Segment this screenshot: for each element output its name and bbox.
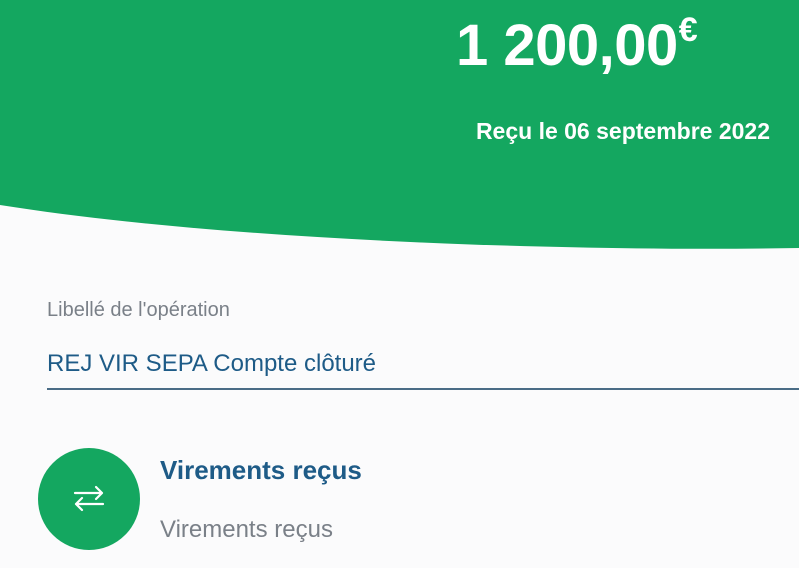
transfer-arrows-icon [73, 485, 105, 512]
received-date: Reçu le 06 septembre 2022 [475, 118, 770, 144]
category-badge[interactable] [38, 448, 140, 550]
transaction-amount: 1 200,00€ [456, 10, 698, 82]
field-divider [47, 388, 799, 390]
transaction-detail-screen: 1 200,00€ Reçu le 06 septembre 2022 Libe… [0, 0, 799, 568]
operation-label-caption: Libellé de l'opération [47, 299, 230, 321]
currency-symbol: € [678, 11, 698, 49]
category-subtitle: Virements reçus [160, 516, 333, 543]
category-title[interactable]: Virements reçus [160, 452, 362, 488]
amount-value: 1 200,00 [456, 13, 678, 78]
operation-label-value[interactable]: REJ VIR SEPA Compte clôturé [47, 347, 376, 381]
